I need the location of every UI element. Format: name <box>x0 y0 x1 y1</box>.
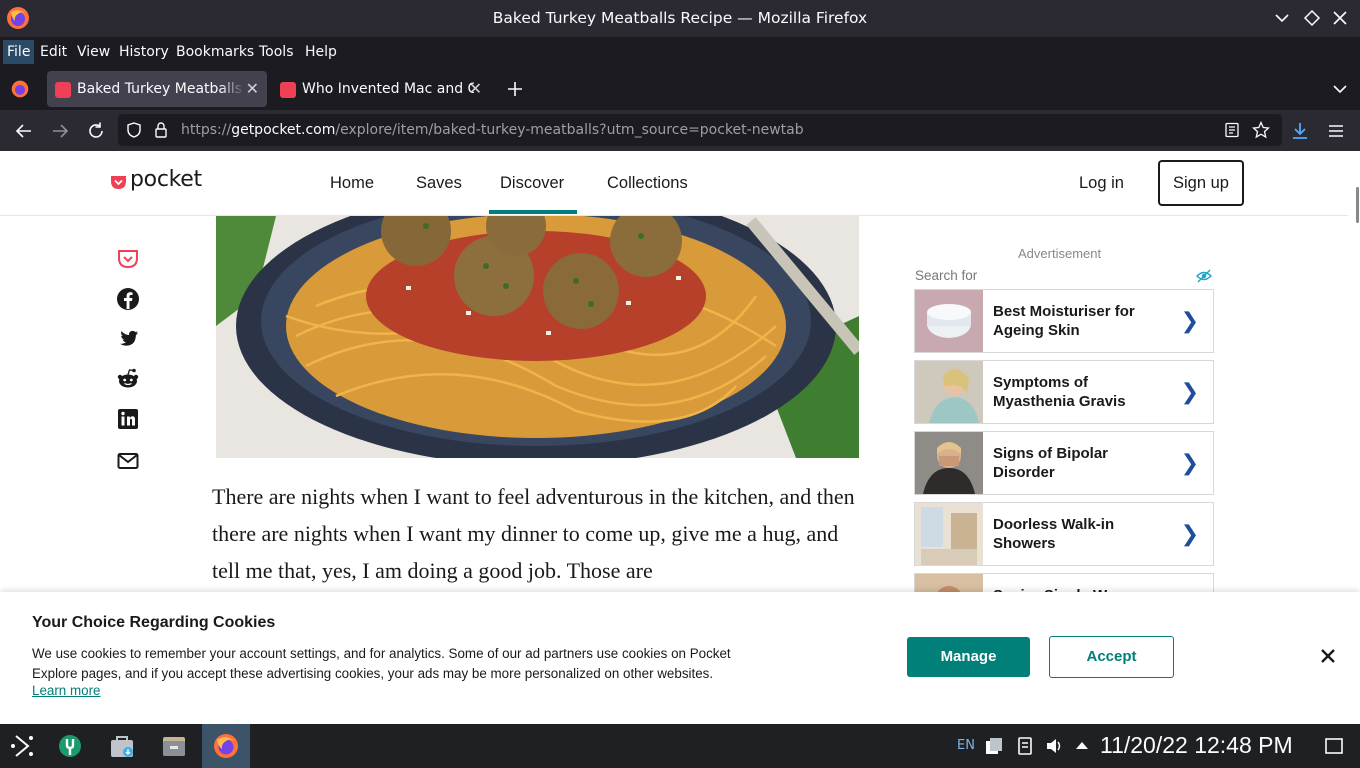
reddit-icon[interactable] <box>116 367 140 391</box>
cookie-text: We use cookies to remember your account … <box>32 646 731 681</box>
settings-tool-icon[interactable] <box>56 732 84 760</box>
nav-saves[interactable]: Saves <box>416 174 462 193</box>
ad-title[interactable]: Symptoms of Myasthenia Gravis <box>993 361 1173 423</box>
close-tab-icon[interactable]: ✕ <box>246 79 259 98</box>
volume-icon[interactable] <box>1044 736 1064 756</box>
pocket-logo[interactable]: pocket <box>110 167 210 196</box>
manage-cookies-button[interactable]: Manage <box>907 637 1030 677</box>
navigation-toolbar: https://getpocket.com/explore/item/baked… <box>0 110 1360 151</box>
menu-help[interactable]: Help <box>305 44 337 60</box>
firefox-view-icon[interactable] <box>10 79 30 99</box>
forward-icon[interactable] <box>49 120 71 142</box>
menu-view[interactable]: View <box>77 44 110 60</box>
ad-title[interactable]: Best Moisturiser for Ageing Skin <box>993 290 1173 352</box>
new-tab-icon[interactable] <box>506 80 524 98</box>
chevron-right-icon[interactable]: ❯ <box>1181 451 1199 476</box>
firefox-taskbar-icon[interactable] <box>212 732 240 760</box>
discover-store-icon[interactable] <box>108 732 136 760</box>
list-all-tabs-icon[interactable] <box>1332 81 1348 97</box>
menu-bar: File Edit View History Bookmarks Tools H… <box>0 37 1360 67</box>
lock-icon[interactable] <box>154 122 168 138</box>
cookie-title: Your Choice Regarding Cookies <box>32 614 276 631</box>
reader-view-icon[interactable] <box>1224 122 1240 138</box>
ad-title[interactable]: Senior Single W... <box>993 574 1173 592</box>
ad-item[interactable]: Symptoms of Myasthenia Gravis ❯ <box>914 360 1214 424</box>
pocket-icon <box>55 82 71 98</box>
file-manager-icon[interactable] <box>160 732 188 760</box>
ad-item[interactable]: Signs of Bipolar Disorder ❯ <box>914 431 1214 495</box>
app-menu-icon[interactable] <box>1325 120 1347 142</box>
tracking-shield-icon[interactable] <box>126 122 142 138</box>
chevron-right-icon[interactable]: ❯ <box>1181 522 1199 547</box>
ad-item[interactable]: Doorless Walk-in Showers ❯ <box>914 502 1214 566</box>
advertisement-label: Advertisement <box>1018 246 1102 261</box>
article-body: There are nights when I want to feel adv… <box>212 484 855 583</box>
keyboard-layout-indicator[interactable]: EN <box>957 738 975 753</box>
chevron-right-icon[interactable]: ❯ <box>1181 380 1199 405</box>
maximize-icon[interactable] <box>1302 8 1322 28</box>
clipboard-icon[interactable] <box>984 736 1004 756</box>
menu-file[interactable]: File <box>3 40 35 64</box>
system-taskbar: EN 11/20/22 12:48 PM <box>0 724 1360 768</box>
scrollbar-thumb[interactable] <box>1356 187 1359 223</box>
ad-thumbnail <box>915 290 983 352</box>
window-title: Baked Turkey Meatballs Recipe — Mozilla … <box>492 9 868 27</box>
tab-label: Baked Turkey Meatballs Re <box>77 81 245 97</box>
close-window-icon[interactable] <box>1330 8 1350 28</box>
ad-thumbnail <box>915 503 983 565</box>
learn-more-link[interactable]: Learn more <box>32 683 100 698</box>
reload-icon[interactable] <box>85 120 107 142</box>
accept-cookies-button[interactable]: Accept <box>1049 636 1174 678</box>
twitter-icon[interactable] <box>116 327 140 351</box>
save-to-pocket-icon[interactable] <box>116 247 140 271</box>
close-icon[interactable] <box>1318 646 1338 666</box>
linkedin-icon[interactable] <box>116 407 140 431</box>
storage-device-icon[interactable] <box>1016 736 1034 756</box>
pocket-logo-icon <box>111 176 126 189</box>
bookmark-star-icon[interactable] <box>1252 121 1270 139</box>
minimize-icon[interactable] <box>1272 8 1292 28</box>
login-link[interactable]: Log in <box>1079 174 1124 193</box>
back-icon[interactable] <box>13 120 35 142</box>
tab-mac-and-cheese[interactable]: Who Invented Mac and Che ✕ <box>272 71 492 107</box>
ad-title[interactable]: Signs of Bipolar Disorder <box>993 432 1173 494</box>
nav-discover[interactable]: Discover <box>500 174 564 193</box>
logo-text: pocket <box>130 167 202 192</box>
facebook-icon[interactable] <box>116 287 140 311</box>
meatballs-spaghetti-image <box>216 216 859 458</box>
search-for-label: Search for <box>915 268 978 283</box>
site-header: pocket Home Saves Discover Collections L… <box>0 151 1348 216</box>
window-titlebar: Baked Turkey Meatballs Recipe — Mozilla … <box>0 0 1360 37</box>
downloads-icon[interactable] <box>1289 120 1311 142</box>
email-icon[interactable] <box>116 449 140 473</box>
url-text[interactable]: https://getpocket.com/explore/item/baked… <box>181 122 804 138</box>
ad-thumbnail <box>915 432 983 494</box>
pocket-icon <box>280 82 296 98</box>
show-desktop-icon[interactable] <box>1324 736 1344 756</box>
ad-title[interactable]: Doorless Walk-in Showers <box>993 503 1173 565</box>
url-bar[interactable]: https://getpocket.com/explore/item/baked… <box>118 114 1282 146</box>
chevron-right-icon[interactable]: ❯ <box>1181 309 1199 334</box>
ad-choices-icon[interactable] <box>1196 268 1212 284</box>
tab-bar: Baked Turkey Meatballs Re ✕ Who Invented… <box>0 67 1360 110</box>
close-tab-icon[interactable]: ✕ <box>469 79 482 98</box>
ad-item[interactable]: Best Moisturiser for Ageing Skin ❯ <box>914 289 1214 353</box>
menu-bookmarks[interactable]: Bookmarks <box>176 44 254 60</box>
menu-tools[interactable]: Tools <box>259 44 294 60</box>
nav-collections[interactable]: Collections <box>607 174 688 193</box>
menu-history[interactable]: History <box>119 44 169 60</box>
ad-thumbnail <box>915 361 983 423</box>
active-nav-indicator <box>489 210 577 214</box>
clock[interactable]: 11/20/22 12:48 PM <box>1100 732 1293 759</box>
nav-home[interactable]: Home <box>330 174 374 193</box>
tab-label: Who Invented Mac and Che <box>302 81 474 97</box>
cookie-banner: Your Choice Regarding Cookies We use coo… <box>0 592 1360 724</box>
menu-edit[interactable]: Edit <box>40 44 67 60</box>
system-tray-expand-icon[interactable] <box>1074 738 1090 754</box>
tab-baked-turkey[interactable]: Baked Turkey Meatballs Re ✕ <box>47 71 267 107</box>
ad-thumbnail <box>915 574 983 592</box>
ad-item[interactable]: Senior Single W... <box>914 573 1214 592</box>
app-launcher-icon[interactable] <box>8 732 36 760</box>
signup-button[interactable]: Sign up <box>1158 160 1244 206</box>
